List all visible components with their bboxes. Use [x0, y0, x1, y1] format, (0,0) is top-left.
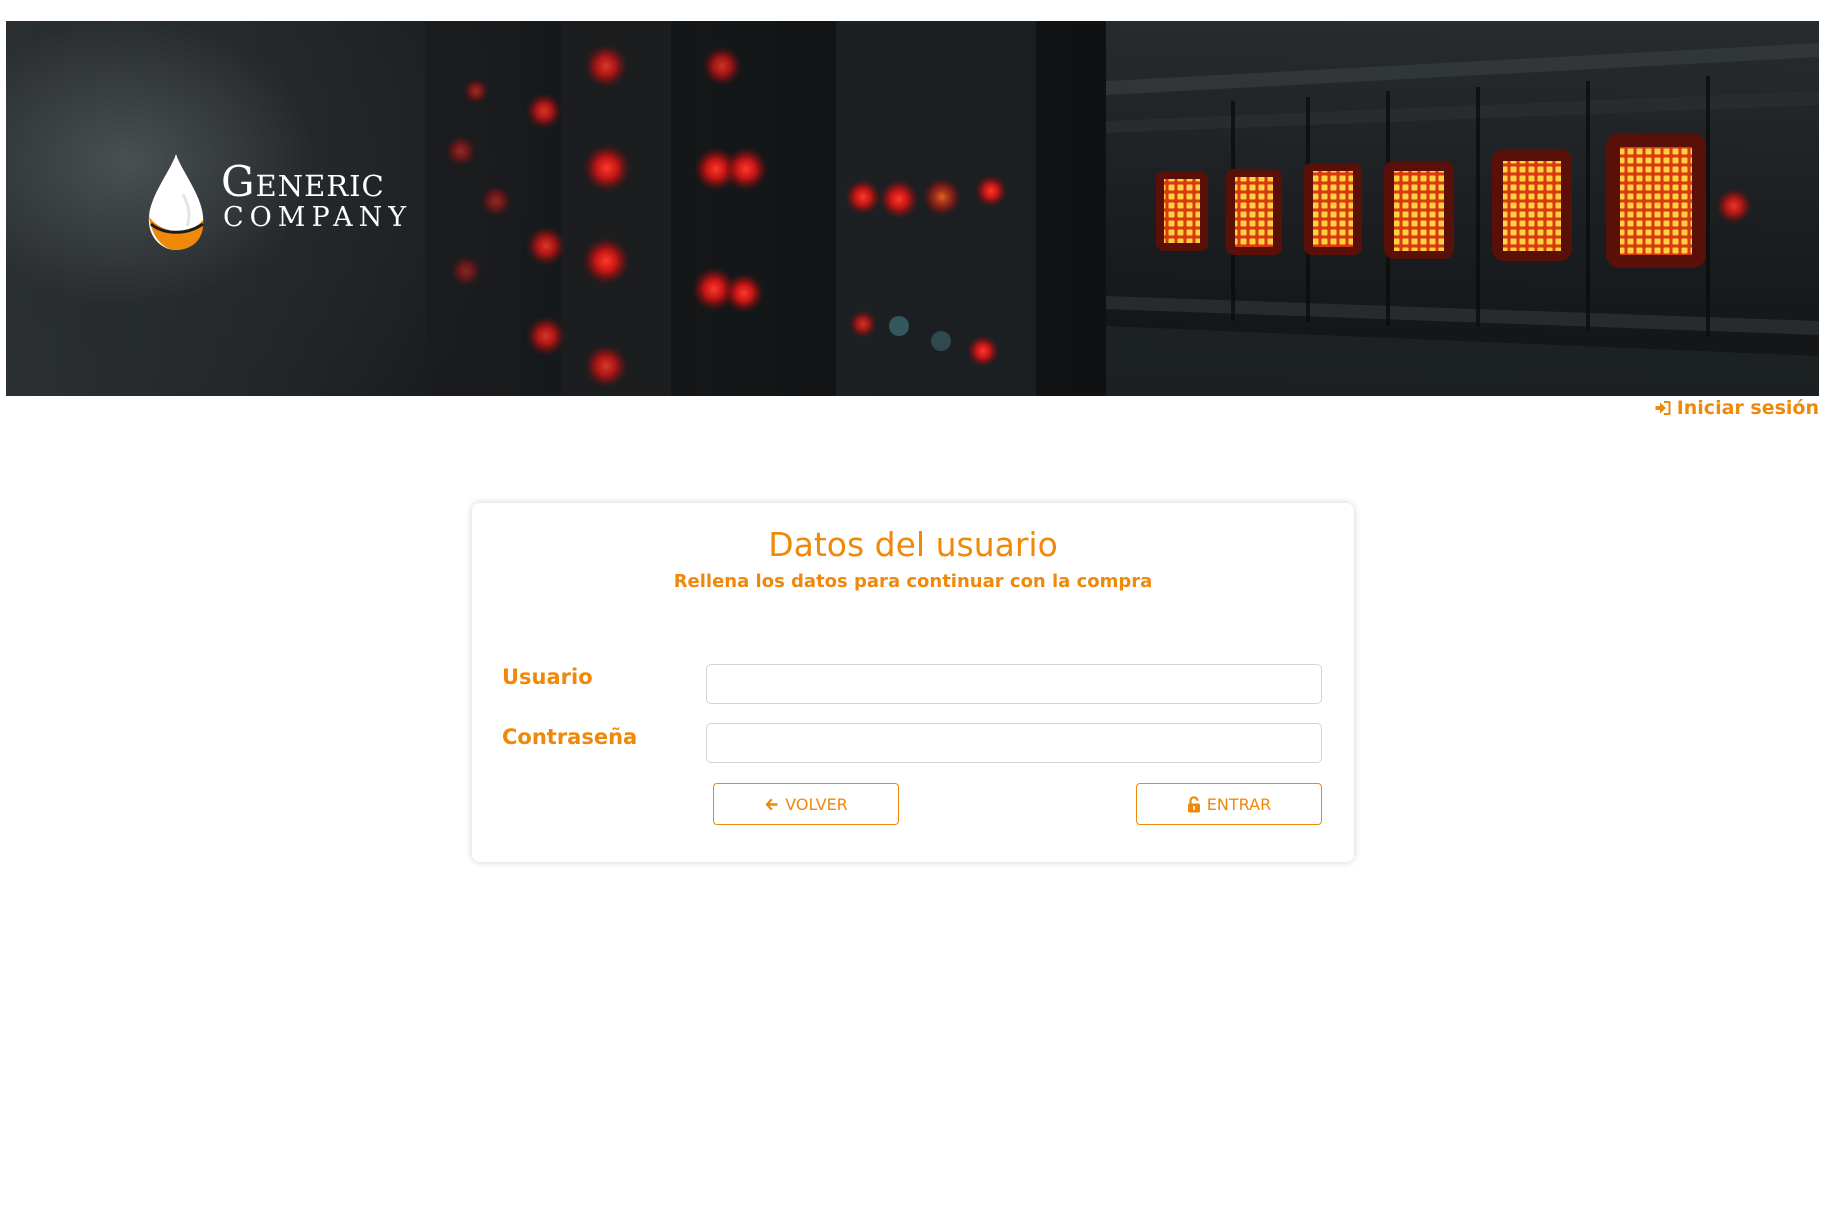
- username-label: Usuario: [502, 665, 593, 689]
- company-logo[interactable]: Generic COMPANY: [143, 154, 423, 254]
- drop-logo-icon: [148, 154, 204, 250]
- page: Generic COMPANY Iniciar sesión Datos del…: [0, 0, 1822, 1215]
- user-data-card: Datos del usuario Rellena los datos para…: [472, 503, 1354, 862]
- username-input[interactable]: [706, 664, 1322, 704]
- unlock-icon: [1187, 795, 1200, 812]
- enter-button-label: ENTRAR: [1206, 794, 1272, 814]
- card-title: Datos del usuario: [768, 525, 1058, 564]
- company-name-line-1: Generic: [221, 157, 385, 206]
- enter-button[interactable]: ENTRAR: [1136, 783, 1322, 825]
- sign-in-icon: [1655, 401, 1671, 415]
- card-subtitle: Rellena los datos para continuar con la …: [673, 571, 1153, 592]
- company-wordmark: Generic COMPANY: [221, 160, 412, 232]
- back-button-label: VOLVER: [785, 794, 848, 814]
- arrow-left-icon: [765, 798, 778, 810]
- password-input[interactable]: [706, 723, 1322, 763]
- password-label: Contraseña: [502, 725, 638, 749]
- company-name-line-2: COMPANY: [223, 202, 413, 233]
- login-link[interactable]: Iniciar sesión: [1654, 397, 1819, 419]
- login-link-label: Iniciar sesión: [1676, 397, 1819, 419]
- back-button[interactable]: VOLVER: [713, 783, 899, 825]
- hero-banner: Generic COMPANY: [6, 21, 1819, 396]
